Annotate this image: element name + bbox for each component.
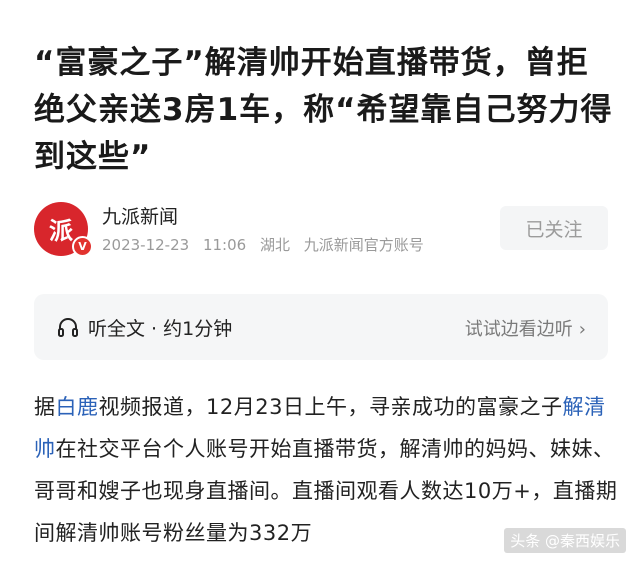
- publish-time: 11:06: [202, 236, 247, 254]
- publish-location: 湖北: [259, 236, 290, 254]
- listen-label: 听全文 · 约1分钟: [88, 318, 233, 340]
- avatar-logo-text: 派: [49, 216, 73, 245]
- try-listen-link[interactable]: 试试边看边听 ›: [465, 315, 586, 341]
- chevron-right-icon: ›: [578, 319, 586, 340]
- body-text-segment: 视频报道，12月23日上午，寻亲成功的富豪之子: [98, 395, 563, 419]
- article-title: “富豪之子”解清帅开始直播带货，曾拒绝父亲送3房1车，称“希望靠自己努力得到这些…: [34, 45, 613, 175]
- publish-date: 2023-12-23: [102, 236, 190, 254]
- watermark: 头条 @秦西娱乐: [504, 528, 626, 553]
- listen-bar[interactable]: 听全文 · 约1分钟 试试边看边听 ›: [34, 294, 608, 360]
- author-meta: 2023-12-23 11:06 湖北 九派新闻官方账号: [102, 234, 433, 255]
- body-text-segment: 据: [34, 395, 56, 419]
- author-row: 派 V 九派新闻 2023-12-23 11:06 湖北 九派新闻官方账号 已关…: [34, 200, 608, 260]
- follow-button[interactable]: 已关注: [500, 206, 608, 250]
- try-listen-label: 试试边看边听: [464, 319, 573, 340]
- author-name[interactable]: 九派新闻: [102, 202, 178, 229]
- verified-badge-icon: V: [72, 236, 93, 257]
- entity-link-bailu[interactable]: 白鹿: [56, 395, 99, 419]
- account-type: 九派新闻官方账号: [303, 236, 424, 254]
- headphones-icon: [58, 318, 78, 337]
